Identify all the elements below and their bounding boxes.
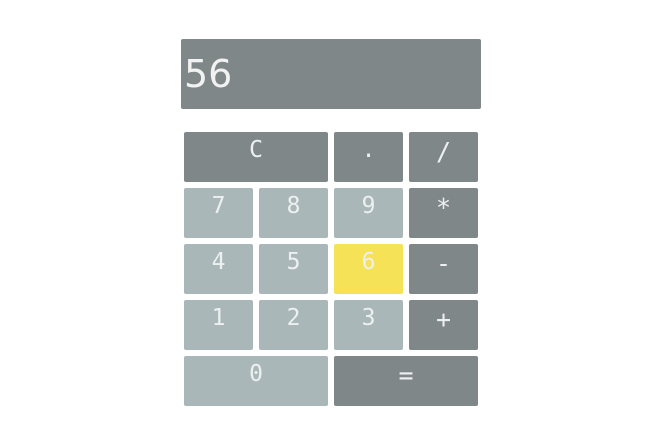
clear-button[interactable]: C (184, 132, 328, 182)
digit-9-button[interactable]: 9 (334, 188, 403, 238)
digit-6-button[interactable]: 6 (334, 244, 403, 294)
digit-4-button[interactable]: 4 (184, 244, 253, 294)
digit-5-button[interactable]: 5 (259, 244, 328, 294)
digit-8-button[interactable]: 8 (259, 188, 328, 238)
digit-3-button[interactable]: 3 (334, 300, 403, 350)
digit-2-button[interactable]: 2 (259, 300, 328, 350)
calculator-display: 56 (181, 39, 481, 109)
decimal-button[interactable]: . (334, 132, 403, 182)
subtract-button[interactable]: - (409, 244, 478, 294)
equals-button[interactable]: = (334, 356, 478, 406)
calculator: 56 C . / 7 8 9 * 4 5 6 - 1 2 3 + 0 = (181, 39, 481, 406)
digit-1-button[interactable]: 1 (184, 300, 253, 350)
keypad: C . / 7 8 9 * 4 5 6 - 1 2 3 + 0 = (184, 132, 478, 406)
digit-7-button[interactable]: 7 (184, 188, 253, 238)
digit-0-button[interactable]: 0 (184, 356, 328, 406)
multiply-button[interactable]: * (409, 188, 478, 238)
add-button[interactable]: + (409, 300, 478, 350)
divide-button[interactable]: / (409, 132, 478, 182)
